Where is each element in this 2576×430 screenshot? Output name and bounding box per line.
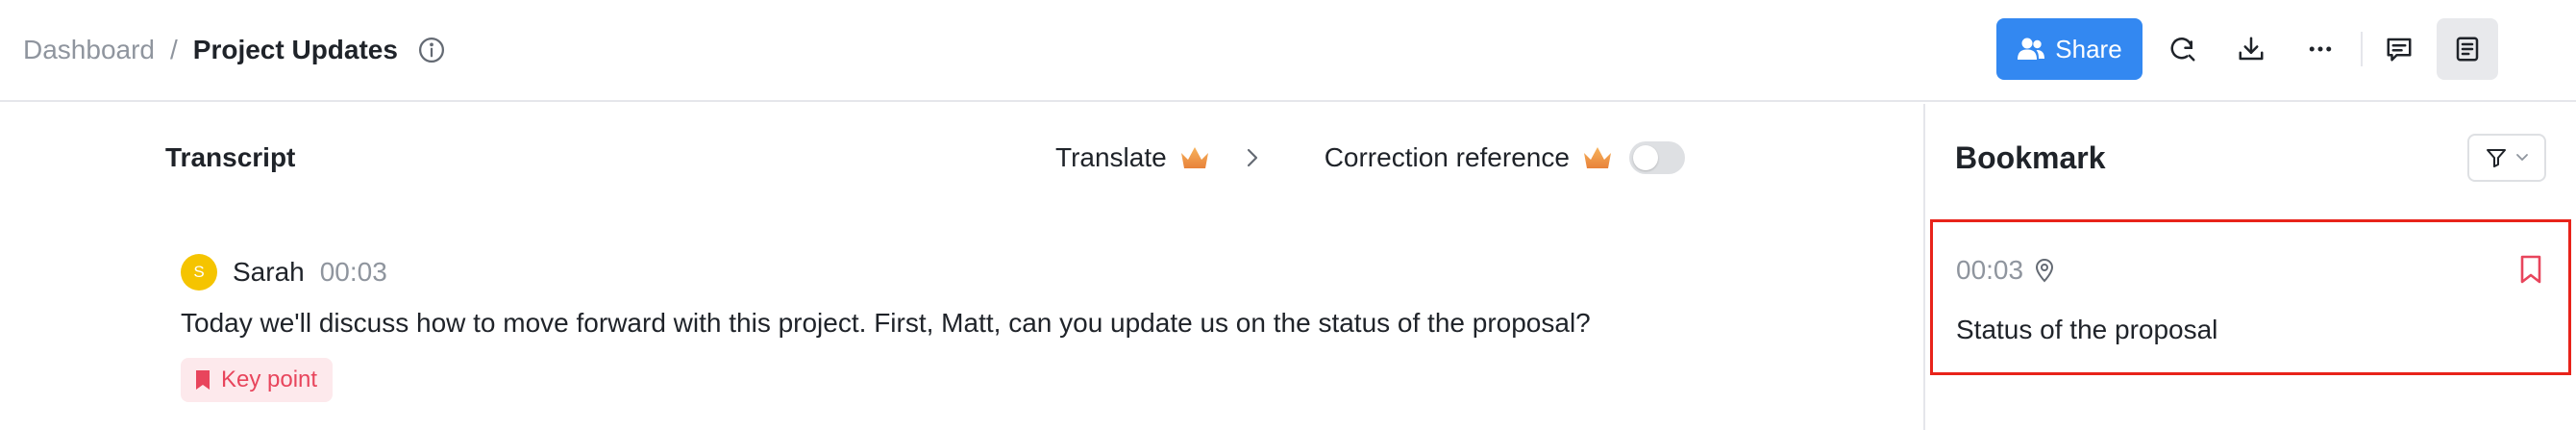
- speaker-row: S Sarah 00:03: [181, 253, 387, 291]
- download-icon[interactable]: [2228, 26, 2274, 72]
- bookmark-icon: [196, 370, 210, 390]
- breadcrumb-dashboard[interactable]: Dashboard: [23, 35, 155, 65]
- translate-button[interactable]: Translate: [1055, 142, 1167, 173]
- transcript-text[interactable]: Today we'll discuss how to move forward …: [181, 308, 1591, 339]
- more-icon[interactable]: [2297, 26, 2343, 72]
- chevron-down-icon: [2516, 154, 2528, 162]
- avatar[interactable]: S: [181, 254, 217, 291]
- speaker-name[interactable]: Sarah: [233, 257, 305, 288]
- bookmark-item[interactable]: 00:03 Status of the proposal: [1930, 219, 2571, 375]
- filter-button[interactable]: [2467, 134, 2546, 182]
- top-header: Dashboard / Project Updates Share: [0, 0, 2576, 102]
- bookmark-timestamp[interactable]: 00:03: [1956, 255, 2023, 286]
- transcript-title: Transcript: [165, 142, 296, 172]
- share-label: Share: [2055, 34, 2122, 63]
- header-divider: [2361, 32, 2363, 66]
- users-icon: [2018, 38, 2045, 60]
- speaker-timestamp[interactable]: 00:03: [320, 257, 387, 288]
- share-button[interactable]: Share: [1996, 18, 2143, 80]
- filter-icon: [2487, 149, 2506, 167]
- location-pin-icon[interactable]: [2033, 258, 2056, 283]
- transcript-pane: Transcript Translate Correction referenc…: [0, 104, 1923, 430]
- comment-icon[interactable]: [2376, 26, 2422, 72]
- crown-icon: [1583, 147, 1611, 168]
- breadcrumb: Dashboard / Project Updates: [23, 29, 446, 71]
- search-refresh-icon[interactable]: [2160, 26, 2206, 72]
- crown-icon: [1180, 147, 1208, 168]
- transcript-toolbar: Translate Correction reference: [1055, 139, 1685, 177]
- key-point-tag[interactable]: Key point: [181, 358, 334, 402]
- bookmark-title: Bookmark: [1955, 140, 2106, 175]
- bookmark-icon[interactable]: [2516, 253, 2545, 286]
- pane-divider: [1923, 104, 1925, 430]
- key-point-label: Key point: [221, 367, 318, 392]
- chevron-right-icon[interactable]: [1246, 144, 1265, 171]
- bookmark-time-row: 00:03: [1956, 253, 2056, 288]
- correction-reference-toggle[interactable]: [1628, 141, 1685, 174]
- bookmark-text: Status of the proposal: [1956, 315, 2218, 344]
- page-title: Project Updates: [192, 35, 398, 64]
- correction-reference-label: Correction reference: [1324, 142, 1570, 172]
- notes-icon[interactable]: [2437, 18, 2498, 80]
- breadcrumb-separator: /: [169, 35, 178, 64]
- info-icon[interactable]: [417, 36, 446, 64]
